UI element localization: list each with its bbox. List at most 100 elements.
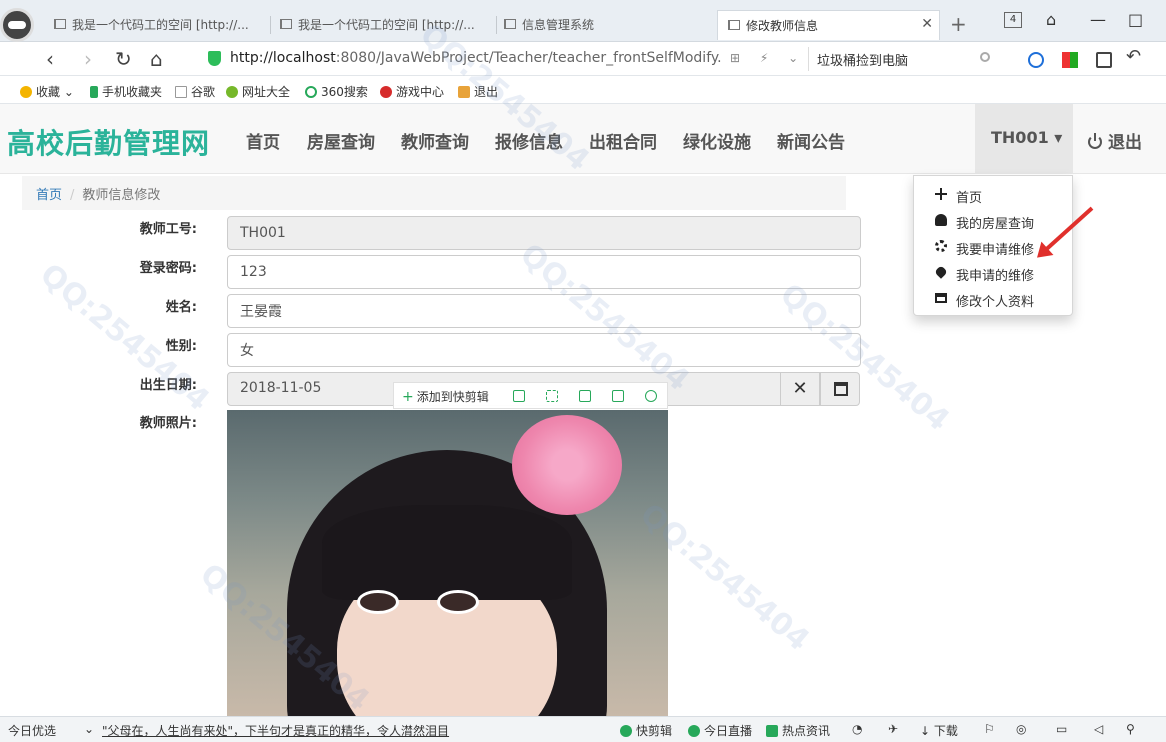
bookmark-360search[interactable]: 360搜索	[305, 83, 368, 100]
browser-tab-1[interactable]: 我是一个代码工的空间 [http://...	[44, 10, 270, 40]
close-tab-icon[interactable]: ✕	[921, 16, 933, 32]
dropdown-item-home[interactable]: 首页	[914, 182, 1072, 208]
clear-date-button[interactable]: ✕	[780, 372, 820, 406]
tab-count-badge[interactable]: 4	[1004, 12, 1022, 28]
breadcrumb-separator: /	[70, 188, 75, 203]
breadcrumb-home[interactable]: 首页	[36, 188, 62, 203]
exit-icon	[458, 86, 470, 98]
bookmarks-bar: 收藏 ⌄ 手机收藏夹 谷歌 网址大全 360搜索 游戏中心 退出	[0, 77, 1166, 104]
browser-logo-icon[interactable]	[0, 8, 34, 42]
card-icon	[935, 293, 947, 303]
share-icon[interactable]	[612, 390, 624, 402]
home-icon[interactable]: ⌂	[150, 47, 163, 71]
photo-label: 教师照片:	[139, 416, 197, 431]
bookmark-favorites[interactable]: 收藏 ⌄	[20, 83, 74, 100]
nav-news[interactable]: 新闻公告	[777, 128, 845, 153]
flag-icon	[728, 20, 740, 30]
gender-field[interactable]	[227, 333, 861, 367]
copy-icon[interactable]	[513, 390, 525, 402]
browser-tab-bar: 我是一个代码工的空间 [http://... 我是一个代码工的空间 [http:…	[0, 0, 1166, 42]
status-download[interactable]: ↓ 下载	[920, 722, 958, 739]
window-icon[interactable]: ▭	[1056, 722, 1067, 736]
pin-icon[interactable]: ✈	[888, 722, 898, 736]
status-quick-clip[interactable]: 快剪辑	[620, 722, 672, 739]
bookmark-hao123[interactable]: 网址大全	[226, 83, 290, 100]
bookmark-google[interactable]: 谷歌	[175, 83, 215, 100]
name-field[interactable]	[227, 294, 861, 328]
dropdown-item-my-house[interactable]: 我的房屋查询	[914, 208, 1072, 234]
save-icon[interactable]	[579, 390, 591, 402]
maximize-icon[interactable]: □	[1128, 10, 1143, 29]
teacher-no-field[interactable]	[227, 216, 861, 250]
move-icon	[935, 188, 947, 200]
nav-teacher-query[interactable]: 教师查询	[401, 128, 469, 153]
nav-repair-info[interactable]: 报修信息	[495, 128, 563, 153]
flag-icon	[504, 19, 516, 29]
dropdown-item-edit-profile[interactable]: 修改个人资料	[914, 286, 1072, 312]
star-icon	[20, 86, 32, 98]
logout-link[interactable]: 退出	[1088, 128, 1142, 153]
browser-tab-active[interactable]: 修改教师信息 ✕	[717, 10, 940, 40]
play-icon	[620, 725, 632, 737]
birth-date-label: 出生日期:	[139, 378, 197, 393]
skin-icon[interactable]: ⌂	[1046, 10, 1056, 29]
calendar-button[interactable]	[820, 372, 860, 406]
chevron-down-icon[interactable]: ⌄	[84, 722, 94, 736]
nav-greening[interactable]: 绿化设施	[683, 128, 751, 153]
new-tab-button[interactable]: +	[950, 12, 967, 36]
magnifier-icon[interactable]	[1028, 52, 1044, 68]
settings-icon[interactable]	[645, 390, 657, 402]
page-icon	[175, 86, 187, 98]
site-brand[interactable]: 高校后勤管理网	[7, 122, 210, 162]
search-icon[interactable]	[980, 52, 990, 62]
flag-icon	[280, 19, 292, 29]
user-menu-toggle[interactable]: TH001 ▾	[975, 104, 1073, 174]
status-hot-news[interactable]: 热点资讯	[766, 722, 830, 739]
add-to-clip-button[interactable]: 添加到快剪辑	[417, 390, 489, 404]
clip-toolbar: + 添加到快剪辑	[393, 382, 668, 409]
volume-icon[interactable]: ◁	[1094, 722, 1103, 736]
phone-icon	[90, 86, 98, 98]
back-icon[interactable]: ‹	[46, 47, 54, 71]
address-bar: ‹ › ↻ ⌂ http://localhost:8080/JavaWebPro…	[0, 42, 1166, 76]
browser-tab-3[interactable]: 信息管理系统	[494, 10, 716, 40]
user-icon	[935, 214, 947, 226]
plus-icon: +	[402, 389, 414, 405]
search-input[interactable]: 垃圾桶捡到电脑	[808, 47, 998, 71]
browser-tab-2[interactable]: 我是一个代码工的空间 [http://...	[270, 10, 496, 40]
zoom-icon[interactable]: ⚲	[1126, 722, 1135, 736]
cog-icon	[935, 240, 947, 252]
today-picks[interactable]: 今日优选	[8, 722, 56, 739]
power-icon	[1088, 133, 1102, 149]
bookmark-mobile[interactable]: 手机收藏夹	[90, 83, 162, 100]
nav-rental-contract[interactable]: 出租合同	[589, 128, 657, 153]
name-label: 姓名:	[165, 300, 197, 315]
address-tools-icons[interactable]: ⊞ ⚡ ⌄	[730, 51, 806, 65]
dropdown-item-my-repairs[interactable]: 我申请的维修	[914, 260, 1072, 286]
news-ticker[interactable]: "父母在，人生尚有来处"，下半句才是真正的精华，令人潸然泪目	[102, 722, 449, 739]
nav-house-query[interactable]: 房屋查询	[307, 128, 375, 153]
bookmark-games[interactable]: 游戏中心	[380, 83, 444, 100]
flag-status-icon[interactable]: ⚐	[984, 722, 995, 736]
minimize-icon[interactable]: —	[1090, 10, 1106, 29]
calendar-icon	[834, 382, 848, 396]
refresh-icon[interactable]: ↻	[115, 47, 132, 71]
bookmark-exit[interactable]: 退出	[458, 83, 498, 100]
breadcrumb-current: 教师信息修改	[82, 188, 161, 203]
game-icon	[380, 86, 392, 98]
password-field[interactable]	[227, 255, 861, 289]
flower-accessory	[512, 415, 622, 515]
live-icon	[688, 725, 700, 737]
apps-icon[interactable]	[1062, 52, 1078, 68]
url-input[interactable]: http://localhost:8080/JavaWebProject/Tea…	[198, 47, 798, 71]
gender-label: 性别:	[165, 339, 197, 354]
forward-icon[interactable]: ›	[84, 47, 92, 71]
nav-home[interactable]: 首页	[246, 128, 280, 153]
undo-icon[interactable]: ↶	[1126, 46, 1141, 67]
speed-icon[interactable]: ◔	[852, 722, 862, 736]
teacher-photo	[227, 410, 668, 716]
fullscreen-icon[interactable]	[546, 390, 558, 402]
status-live[interactable]: 今日直播	[688, 722, 752, 739]
tablet-icon[interactable]	[1096, 52, 1112, 68]
ie-mode-icon[interactable]: ◎	[1016, 722, 1026, 736]
